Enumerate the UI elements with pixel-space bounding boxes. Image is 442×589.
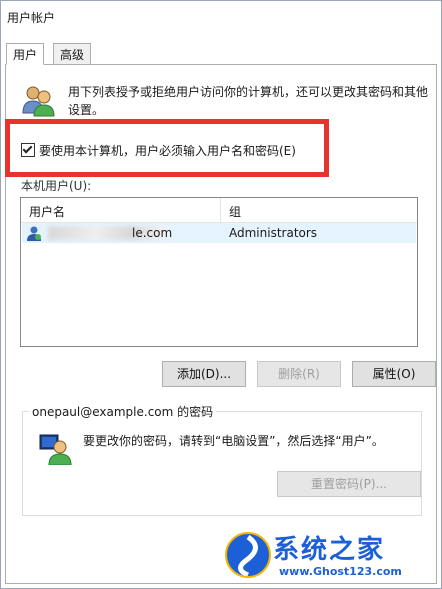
user-icon xyxy=(27,226,41,241)
column-username[interactable]: 用户名 xyxy=(29,203,65,220)
users-list-label: 本机用户(U): xyxy=(21,179,92,193)
user-accounts-window: 用户帐户 用户 高级 用下列表授予或拒绝用户访问你的计算机，还可以更改其密码和其… xyxy=(0,0,442,589)
properties-button[interactable]: 属性(O) xyxy=(352,361,436,387)
watermark: 系统之家 www.Ghost123.com xyxy=(223,527,439,587)
group-cell: Administrators xyxy=(229,226,318,240)
tab-advanced[interactable]: 高级 xyxy=(53,43,92,65)
users-icon xyxy=(22,86,55,117)
require-login-option[interactable]: 要使用本计算机，用户必须输入用户名和密码(E) xyxy=(21,141,296,159)
password-user-icon xyxy=(39,434,72,465)
intro-text: 用下列表授予或拒绝用户访问你的计算机，还可以更改其密码和其他设置。 xyxy=(68,85,429,117)
reset-password-button[interactable]: 重置密码(P)... xyxy=(277,471,421,497)
add-button[interactable]: 添加(D)... xyxy=(162,361,246,387)
column-group[interactable]: 组 xyxy=(229,203,241,220)
password-instructions: 要更改你的密码，请转到“电脑设置”，然后选择“用户”。 xyxy=(83,434,384,448)
remove-button[interactable]: 删除(R) xyxy=(257,361,341,387)
tab-users[interactable]: 用户 xyxy=(6,43,45,65)
require-login-checkbox[interactable] xyxy=(21,143,35,157)
users-list-header: 用户名 组 xyxy=(21,198,417,223)
watermark-brand: 系统之家 xyxy=(273,535,386,565)
password-group-title: onepaul@example.com 的密码 xyxy=(29,403,217,420)
password-group xyxy=(22,411,422,516)
watermark-logo xyxy=(225,532,271,578)
window-title: 用户帐户 xyxy=(7,11,56,25)
watermark-url: www.Ghost123.com xyxy=(279,565,402,578)
require-login-label: 要使用本计算机，用户必须输入用户名和密码(E) xyxy=(39,143,296,158)
table-row[interactable]: le.com Administrators xyxy=(22,223,416,243)
users-list[interactable]: 用户名 组 le.com Administrators xyxy=(20,197,418,347)
column-divider xyxy=(220,198,221,222)
